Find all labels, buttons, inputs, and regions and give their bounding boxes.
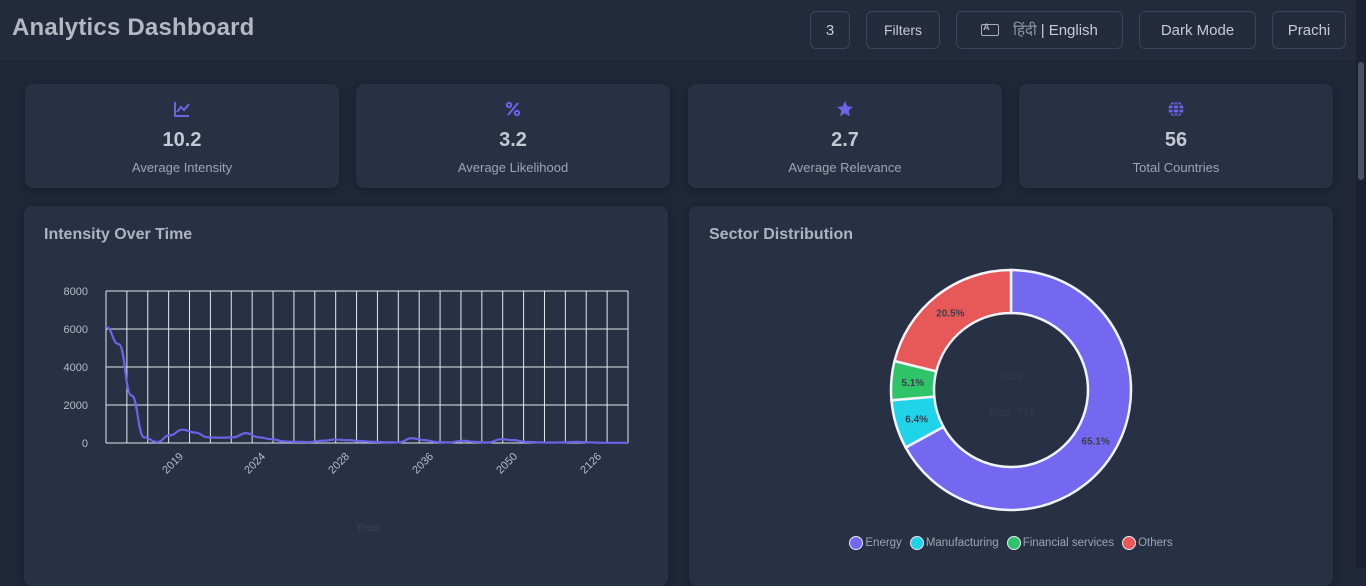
- language-toggle-button[interactable]: हिंदी | English: [956, 11, 1123, 49]
- percent-icon: [504, 100, 522, 118]
- legend-label: Manufacturing: [926, 537, 999, 549]
- stat-card-intensity: 10.2 Average Intensity: [25, 84, 339, 188]
- y-tick-label: 4000: [64, 362, 88, 374]
- y-tick-label: 6000: [64, 324, 88, 336]
- count-badge-button[interactable]: 3: [810, 11, 850, 49]
- stat-card-relevance: 2.7 Average Relevance: [688, 84, 1002, 188]
- legend-swatch: [1007, 536, 1021, 550]
- stat-label: Average Likelihood: [356, 160, 670, 175]
- legend-item[interactable]: Energy: [849, 536, 901, 550]
- x-axis-title: Year: [356, 520, 380, 534]
- x-tick-label: 2036: [410, 451, 436, 477]
- legend-swatch: [1122, 536, 1136, 550]
- legend-swatch: [910, 536, 924, 550]
- star-icon: [836, 100, 854, 118]
- filters-button[interactable]: Filters: [866, 11, 940, 49]
- user-button[interactable]: Prachi: [1272, 11, 1346, 49]
- x-tick-label: 2024: [242, 451, 268, 477]
- legend-label: Others: [1138, 537, 1173, 549]
- app-title: Analytics Dashboard: [12, 14, 255, 42]
- dark-mode-button[interactable]: Dark Mode: [1139, 11, 1256, 49]
- x-tick-label: 2050: [494, 451, 520, 477]
- count-badge-label: 3: [826, 22, 834, 39]
- stat-label: Average Relevance: [688, 160, 1002, 175]
- stat-label: Total Countries: [1019, 160, 1333, 175]
- scrollbar[interactable]: [1356, 0, 1366, 568]
- slice-percent-label: 20.5%: [936, 308, 964, 319]
- x-tick-label: 2019: [160, 451, 186, 477]
- sector-panel: Sector Distribution 65.1%6.4%5.1%20.5%To…: [689, 206, 1333, 586]
- language-english-label: English: [1049, 22, 1098, 39]
- stat-value: 3.2: [356, 129, 670, 152]
- legend-label: Energy: [865, 537, 901, 549]
- x-tick-label: 2028: [326, 451, 352, 477]
- stat-card-countries: 56 Total Countries: [1019, 84, 1333, 188]
- legend-item[interactable]: Financial services: [1007, 536, 1114, 550]
- translate-icon: [981, 24, 999, 36]
- user-label: Prachi: [1288, 22, 1331, 39]
- y-tick-label: 0: [82, 438, 88, 450]
- globe-icon: [1167, 100, 1185, 118]
- scrollbar-thumb[interactable]: [1358, 62, 1364, 180]
- donut-center-label: Total: [999, 371, 1022, 383]
- donut-slice[interactable]: [895, 270, 1011, 371]
- language-separator: |: [1041, 22, 1045, 39]
- intensity-series-line: [106, 327, 628, 443]
- line-chart-icon: [173, 100, 191, 118]
- legend-item[interactable]: Others: [1122, 536, 1173, 550]
- stat-value: 56: [1019, 129, 1333, 152]
- legend-label: Financial services: [1023, 537, 1114, 549]
- sector-legend: Energy Manufacturing Financial services Oth…: [689, 536, 1333, 550]
- language-hindi-label: हिंदी: [1013, 20, 1037, 40]
- slice-percent-label: 5.1%: [901, 378, 924, 389]
- filters-label: Filters: [884, 22, 922, 38]
- legend-item[interactable]: Manufacturing: [910, 536, 999, 550]
- y-tick-label: 8000: [64, 286, 88, 298]
- intensity-panel: Intensity Over Time 80006000400020000201…: [24, 206, 668, 586]
- intensity-line-chart: 8000 6000 4000 2000 0 2019 2024 2028 2036 2050 212…: [24, 206, 668, 586]
- slice-percent-label: 65.1%: [1082, 436, 1110, 447]
- legend-swatch: [849, 536, 863, 550]
- y-tick-label: 2000: [64, 400, 88, 412]
- x-tick-label: 2126: [578, 451, 604, 477]
- slice-percent-label: 6.4%: [905, 414, 928, 425]
- stat-label: Average Intensity: [25, 160, 339, 175]
- donut-center-total: Total: 771: [987, 407, 1035, 419]
- dark-mode-label: Dark Mode: [1161, 22, 1234, 39]
- stat-card-likelihood: 3.2 Average Likelihood: [356, 84, 670, 188]
- sector-donut-chart: 65.1% 6.4% 5.1% 20.5% Total Total: 771: [689, 206, 1333, 536]
- top-bar: Analytics Dashboard 3 Filters हिंदी | En…: [0, 0, 1356, 61]
- stat-value: 10.2: [25, 129, 339, 152]
- stat-value: 2.7: [688, 129, 1002, 152]
